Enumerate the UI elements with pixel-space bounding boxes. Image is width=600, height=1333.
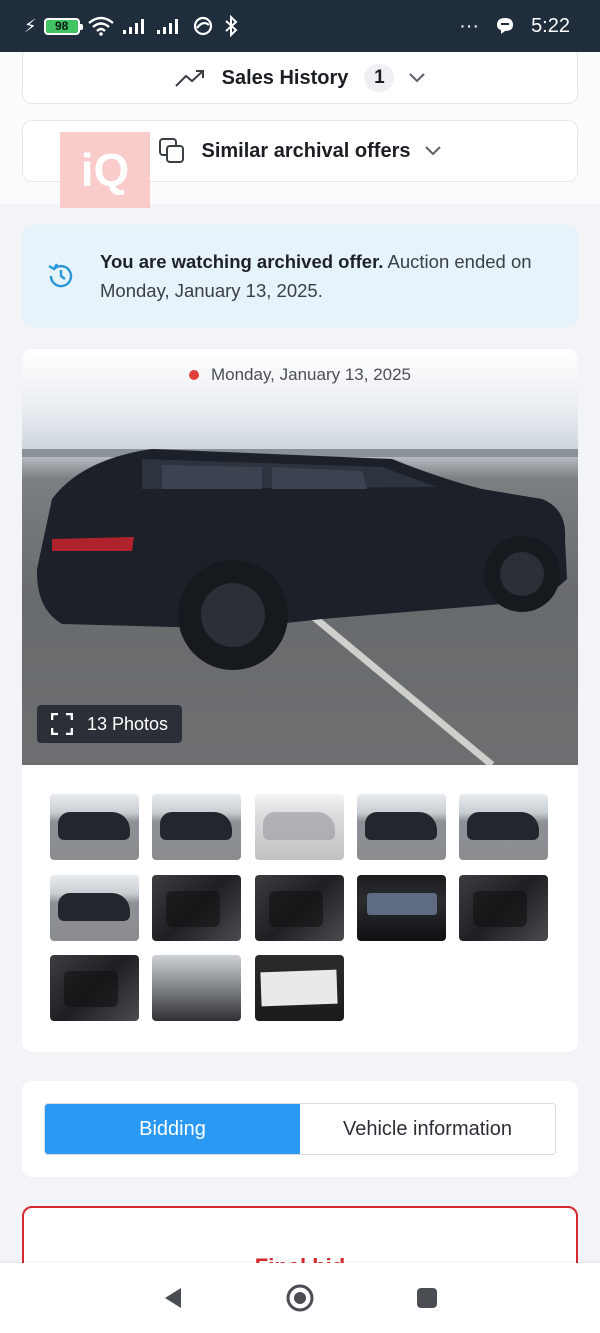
thumbnail-3[interactable] xyxy=(255,794,344,860)
chevron-down-icon xyxy=(408,72,426,84)
back-triangle-icon xyxy=(165,1288,182,1308)
thumbnail-7[interactable] xyxy=(152,875,241,941)
sales-history-count-badge: 1 xyxy=(364,64,395,92)
bluetooth-icon xyxy=(224,15,238,37)
fullscreen-icon xyxy=(51,713,73,735)
wifi-icon xyxy=(87,16,114,36)
tab-bidding[interactable]: Bidding xyxy=(45,1104,300,1154)
home-circle-icon xyxy=(286,1284,314,1312)
thumbnail-1[interactable] xyxy=(50,794,139,860)
thumbnail-11[interactable] xyxy=(50,955,139,1021)
view-all-photos-button[interactable]: 13 Photos xyxy=(37,705,183,743)
status-right: ··· 5:22 xyxy=(459,15,570,38)
battery-indicator: 98 xyxy=(43,17,83,35)
status-left-icons: ⚡ 98 xyxy=(24,15,238,37)
status-bar: ⚡ 98 ··· 5:22 xyxy=(0,0,600,52)
sales-history-label: Sales History xyxy=(221,66,349,89)
history-icon xyxy=(46,261,76,291)
thumbnail-12[interactable] xyxy=(152,955,241,1021)
thumbnail-6[interactable] xyxy=(50,875,139,941)
tab-vehicle-information[interactable]: Vehicle information xyxy=(300,1104,555,1154)
signal-icon-2 xyxy=(156,19,178,34)
archived-offer-banner: You are watching archived offer. Auction… xyxy=(22,225,578,327)
home-button[interactable] xyxy=(280,1278,320,1318)
thumbnail-10[interactable] xyxy=(459,875,548,941)
signal-icon xyxy=(122,19,144,34)
thumbnail-9[interactable] xyxy=(357,875,446,941)
final-bid-card: Final bid xyxy=(22,1206,578,1263)
main-vehicle-photo[interactable]: Monday, January 13, 2025 13 Photos xyxy=(22,349,578,765)
copy-icon xyxy=(158,137,186,165)
clock: 5:22 xyxy=(531,14,570,37)
archived-offer-bold: You are watching archived offer. xyxy=(100,251,384,272)
tabs-card: Bidding Vehicle information xyxy=(22,1081,578,1177)
thumbnail-8[interactable] xyxy=(255,875,344,941)
chevron-down-icon xyxy=(424,145,442,157)
photos-count-label: 13 Photos xyxy=(87,713,169,734)
photo-date: Monday, January 13, 2025 xyxy=(22,365,578,385)
link-icon xyxy=(193,16,212,36)
final-bid-title: Final bid xyxy=(24,1254,576,1263)
status-dot xyxy=(188,370,199,380)
back-button[interactable] xyxy=(153,1278,193,1318)
archived-offer-text: You are watching archived offer. Auction… xyxy=(100,247,554,305)
iq-logo: iQ xyxy=(60,132,150,208)
similar-offers-label: Similar archival offers xyxy=(201,139,411,162)
thumbnail-5[interactable] xyxy=(459,794,548,860)
sales-history-toggle[interactable]: Sales History 1 xyxy=(22,52,578,104)
tab-bar: Bidding Vehicle information xyxy=(44,1103,556,1155)
chat-bubble-icon xyxy=(497,18,514,34)
thumbnail-2[interactable] xyxy=(152,794,241,860)
page-content: Sales History 1 Similar archival offers … xyxy=(0,52,600,1263)
trending-up-icon xyxy=(174,68,206,88)
photo-date-text: Monday, January 13, 2025 xyxy=(210,365,412,384)
thumbnail-13[interactable] xyxy=(255,955,344,1021)
photo-gallery-card: Monday, January 13, 2025 13 Photos xyxy=(22,349,578,1052)
system-navigation-bar xyxy=(0,1263,600,1333)
thumbnail-4[interactable] xyxy=(357,794,446,860)
recents-button[interactable] xyxy=(407,1278,447,1318)
square-icon xyxy=(416,1288,437,1308)
charging-icon: ⚡ xyxy=(24,15,37,36)
more-notifications-icon: ··· xyxy=(459,14,480,37)
